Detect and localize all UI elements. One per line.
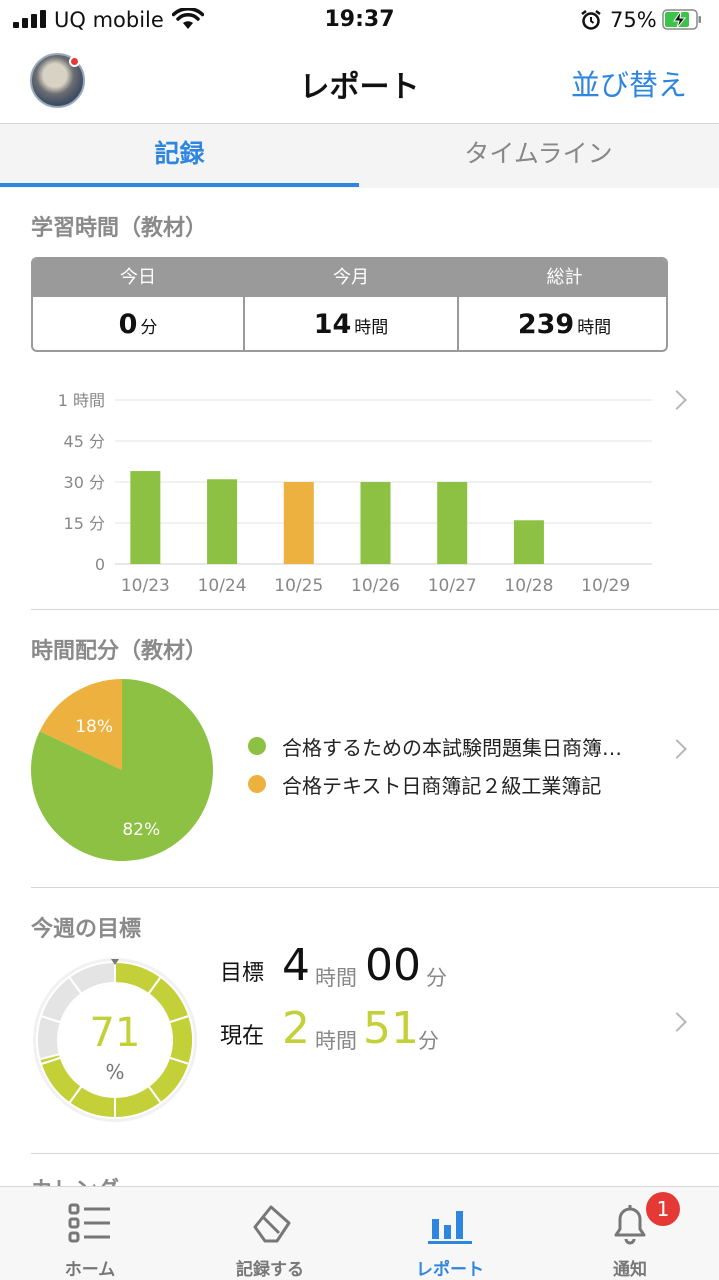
distribution-chevron-icon[interactable] — [667, 739, 687, 759]
y-tick-label: 30 分 — [64, 473, 105, 492]
divider — [31, 1153, 719, 1154]
goal-current-minute-unit: 分 — [418, 1029, 439, 1053]
sort-button[interactable]: 並び替え — [571, 62, 687, 104]
x-tick-label: 10/28 — [504, 576, 553, 596]
legend-dot-green — [248, 737, 266, 755]
bottom-tab-home[interactable]: ホーム — [0, 1187, 180, 1280]
x-tick-label: 10/29 — [581, 576, 630, 596]
chart-bar — [130, 471, 161, 564]
distribution-title: 時間配分（教材） — [31, 639, 208, 664]
pie-slice-label: 18% — [75, 717, 113, 737]
summary-month-header: 今月 — [245, 259, 457, 297]
bell-icon — [614, 1205, 646, 1245]
summary-month-unit: 時間 — [354, 318, 389, 338]
goal-progress-percent-sign: % — [105, 1060, 125, 1084]
weekly-goal-title: 今週の目標 — [31, 917, 142, 942]
goal-target-label: 目標 — [220, 961, 265, 986]
goal-target-minutes: 00 — [365, 940, 421, 991]
alarm-icon — [581, 10, 601, 30]
goal-current-hour-unit: 時間 — [315, 1029, 357, 1053]
study-time-summary: 今日 0分 今月 14 時間 総計 239 時間 — [31, 257, 668, 352]
battery-percent: 75% — [610, 8, 657, 32]
tab-timeline[interactable]: タイムライン — [359, 124, 718, 188]
chart-bar — [437, 482, 468, 564]
legend-label: 合格テキスト日商簿記２級工業簿記 — [282, 774, 602, 798]
status-bar: UQ mobile 19:37 75% — [0, 0, 719, 40]
legend-label: 合格するための本試験問題集日商簿… — [282, 736, 622, 760]
list-icon — [68, 1203, 110, 1243]
active-tab-indicator — [0, 183, 359, 187]
eraser-icon — [253, 1205, 291, 1243]
legend-dot-orange — [248, 775, 266, 793]
goal-current-label: 現在 — [220, 1024, 265, 1049]
segment-tabs: 記録 タイムライン — [0, 124, 719, 188]
summary-total-value: 239 — [517, 309, 575, 340]
divider — [31, 609, 719, 610]
battery-charging-icon — [662, 9, 701, 30]
y-tick-label: 45 分 — [64, 432, 105, 451]
chart-bar — [207, 479, 238, 564]
nav-bar: レポート 並び替え — [0, 40, 719, 124]
summary-today-value: 0 — [118, 309, 138, 340]
summary-month-value: 14 — [313, 309, 352, 340]
summary-today-unit: 分 — [140, 318, 158, 338]
goal-target-minute-unit: 分 — [426, 966, 447, 990]
x-tick-label: 10/24 — [198, 576, 247, 596]
chart-bar — [513, 520, 544, 564]
goal-current-hours: 2 — [282, 1003, 310, 1054]
bottom-tab-label: 記録する — [236, 1260, 304, 1280]
chart-bar — [360, 482, 391, 564]
summary-today-header: 今日 — [33, 259, 243, 297]
x-tick-label: 10/23 — [121, 576, 170, 596]
chart-bar — [283, 482, 314, 564]
tab-records[interactable]: 記録 — [0, 124, 359, 188]
bottom-tab-label: ホーム — [64, 1260, 116, 1280]
summary-today: 今日 0分 — [33, 259, 243, 350]
bar-chart-icon — [428, 1211, 472, 1244]
x-tick-label: 10/26 — [351, 576, 400, 596]
bottom-tab-report[interactable]: レポート — [360, 1187, 540, 1280]
notification-badge: 1 — [646, 1192, 680, 1226]
pie-slice-label: 82% — [122, 820, 160, 840]
distribution-pie-chart[interactable]: 18% 82% — [30, 678, 214, 862]
y-tick-label: 15 分 — [64, 514, 105, 533]
bottom-tab-record[interactable]: 記録する — [180, 1187, 360, 1280]
x-tick-label: 10/25 — [274, 576, 323, 596]
goal-target-hour-unit: 時間 — [315, 966, 357, 990]
bottom-tab-notifications[interactable]: 通知 — [540, 1187, 719, 1280]
goal-progress-value: 71 — [89, 1010, 141, 1056]
bottom-tab-label: 通知 — [613, 1260, 647, 1280]
summary-total: 総計 239 時間 — [459, 259, 666, 350]
y-tick-label: 0 — [95, 555, 105, 574]
y-tick-label: 1 時間 — [58, 391, 105, 410]
goal-current-minutes: 51 — [363, 1003, 419, 1054]
study-time-title: 学習時間（教材） — [31, 216, 208, 241]
goal-target-hours: 4 — [282, 940, 310, 991]
summary-month: 今月 14 時間 — [245, 259, 457, 350]
divider — [31, 887, 719, 888]
x-tick-label: 10/27 — [428, 576, 477, 596]
study-time-bar-chart[interactable]: 0 15 分 30 分 45 分 1 時間 10/23 10/24 10/25 10/26 10/… — [0, 380, 719, 600]
summary-total-unit: 時間 — [577, 318, 612, 338]
summary-total-header: 総計 — [459, 259, 666, 297]
bottom-tab-label: レポート — [416, 1260, 484, 1280]
weekly-goal-chevron-icon[interactable] — [667, 1012, 687, 1032]
bottom-tab-bar: ホーム 記録する レポート 通知 — [0, 1186, 719, 1280]
